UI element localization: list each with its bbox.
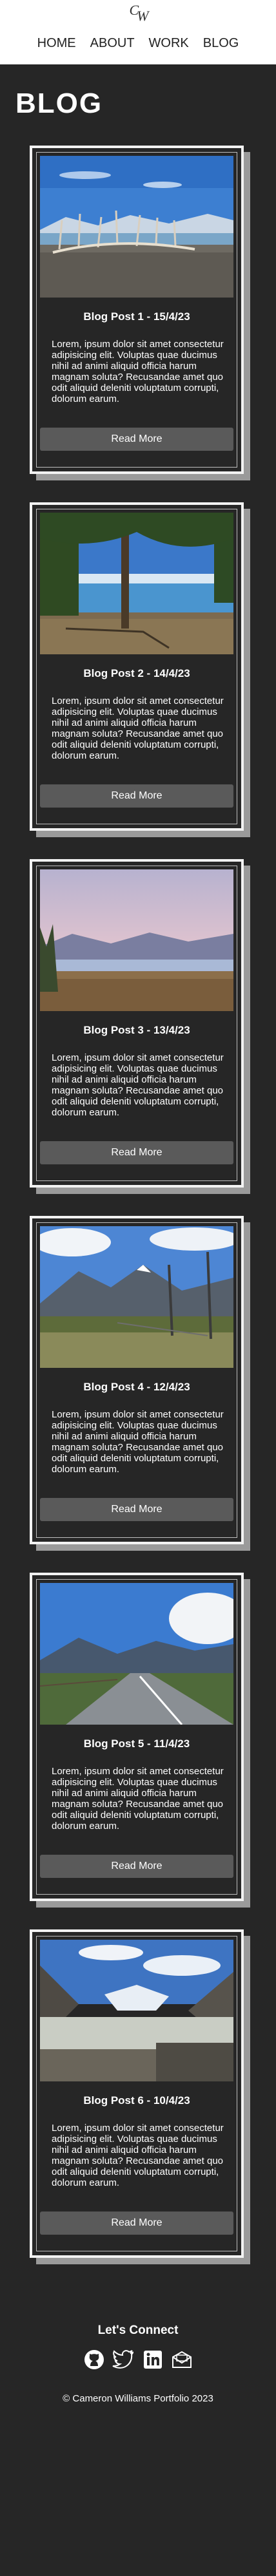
github-icon[interactable] [83, 2348, 106, 2371]
read-more-button[interactable]: Read More [40, 1498, 233, 1521]
logo-letter-c: C [129, 2, 139, 18]
linkedin-icon[interactable] [141, 2348, 164, 2371]
read-more-button[interactable]: Read More [40, 428, 233, 451]
blog-card: Blog Post 4 - 12/4/23 Lorem, ipsum dolor… [30, 1216, 244, 1544]
nav-link-blog[interactable]: BLOG [203, 36, 239, 51]
copyright-text: © Cameron Williams Portfolio 2023 [63, 2393, 213, 2404]
blog-post-excerpt: Lorem, ipsum dolor sit amet consectetur … [52, 696, 224, 761]
blog-post-excerpt: Lorem, ipsum dolor sit amet consectetur … [52, 1766, 224, 1832]
blog-post-title: Blog Post 2 - 14/4/23 [83, 667, 190, 679]
blog-post-image[interactable] [40, 513, 233, 654]
mail-icon[interactable] [170, 2348, 193, 2371]
blog-card: Blog Post 5 - 11/4/23 Lorem, ipsum dolor… [30, 1573, 244, 1901]
blog-card: Blog Post 2 - 14/4/23 Lorem, ipsum dolor… [30, 502, 244, 831]
connect-heading: Let's Connect [97, 2324, 179, 2337]
main-nav: HOME ABOUT WORK BLOG [0, 36, 276, 51]
site-logo[interactable]: CW [125, 2, 151, 24]
logo-letter-w: W [137, 8, 148, 24]
blog-card: Blog Post 6 - 10/4/23 Lorem, ipsum dolor… [30, 1929, 244, 2258]
blog-post-image[interactable] [40, 156, 233, 298]
blog-post-excerpt: Lorem, ipsum dolor sit amet consectetur … [52, 2123, 224, 2188]
site-header: CW HOME ABOUT WORK BLOG [0, 0, 276, 64]
read-more-button[interactable]: Read More [40, 1141, 233, 1164]
blog-post-title: Blog Post 4 - 12/4/23 [83, 1381, 190, 1393]
blog-post-image[interactable] [40, 1583, 233, 1725]
nav-link-about[interactable]: ABOUT [90, 36, 135, 51]
read-more-button[interactable]: Read More [40, 1855, 233, 1878]
blog-post-title: Blog Post 1 - 15/4/23 [83, 310, 190, 323]
blog-post-excerpt: Lorem, ipsum dolor sit amet consectetur … [52, 1052, 224, 1118]
blog-post-title: Blog Post 6 - 10/4/23 [83, 2094, 190, 2107]
blog-card: Blog Post 3 - 13/4/23 Lorem, ipsum dolor… [30, 859, 244, 1188]
page-title: BLOG [15, 88, 103, 119]
blog-post-title: Blog Post 5 - 11/4/23 [83, 1738, 190, 1750]
social-links [83, 2347, 193, 2372]
twitter-icon[interactable] [112, 2348, 135, 2371]
nav-link-work[interactable]: WORK [149, 36, 189, 51]
blog-post-image[interactable] [40, 1226, 233, 1368]
read-more-button[interactable]: Read More [40, 2211, 233, 2235]
blog-card: Blog Post 1 - 15/4/23 Lorem, ipsum dolor… [30, 146, 244, 474]
blog-post-title: Blog Post 3 - 13/4/23 [83, 1024, 190, 1036]
blog-post-image[interactable] [40, 1940, 233, 2081]
blog-post-image[interactable] [40, 869, 233, 1011]
nav-link-home[interactable]: HOME [37, 36, 76, 51]
read-more-button[interactable]: Read More [40, 784, 233, 808]
blog-post-excerpt: Lorem, ipsum dolor sit amet consectetur … [52, 1409, 224, 1475]
blog-post-excerpt: Lorem, ipsum dolor sit amet consectetur … [52, 339, 224, 404]
